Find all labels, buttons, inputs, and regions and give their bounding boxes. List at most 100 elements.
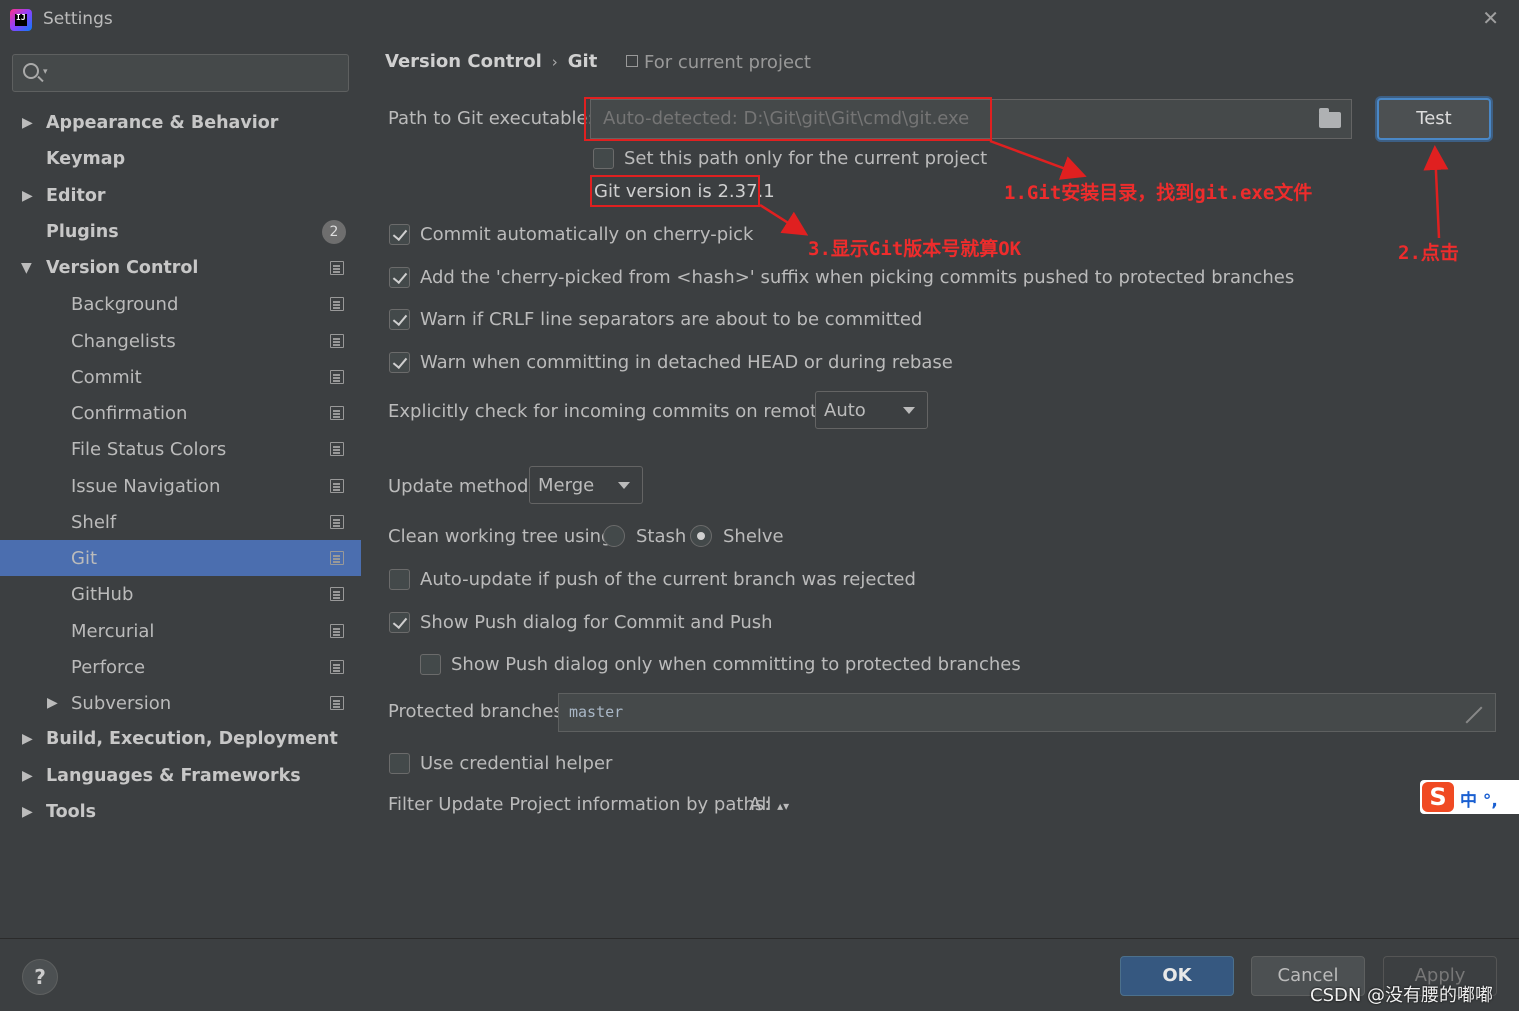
sidebar-item-label: Editor <box>46 186 106 206</box>
chevron-down-icon <box>903 407 915 414</box>
sidebar-item-label: Confirmation <box>71 402 188 424</box>
sidebar-item-label: File Status Colors <box>71 438 227 460</box>
ime-toolbar[interactable]: S 中 °, <box>1420 780 1519 814</box>
breadcrumb-separator: › <box>551 53 558 71</box>
sidebar-item-issue-navigation[interactable]: Issue Navigation <box>0 468 361 504</box>
auto-update-label: Auto-update if push of the current branc… <box>420 569 916 590</box>
sidebar-item-perforce[interactable]: Perforce <box>0 649 361 685</box>
project-scope-icon <box>330 370 344 384</box>
project-scope-icon <box>330 551 344 565</box>
path-label: Path to Git executable: <box>388 108 594 129</box>
sidebar-item-label: Issue Navigation <box>71 475 221 497</box>
filter-paths-dropdown[interactable]: All ▴▾ <box>749 794 789 815</box>
sidebar-item-label: Changelists <box>71 330 176 352</box>
project-scope-icon <box>330 587 344 601</box>
sidebar-item-label: Git <box>71 547 98 569</box>
shelve-label: Shelve <box>723 526 784 547</box>
sidebar-item-label: Perforce <box>71 656 146 678</box>
sidebar-item-appearance-behavior[interactable]: ▶ Appearance & Behavior <box>0 105 361 141</box>
update-method-label: Update method: <box>388 476 535 497</box>
chevron-right-icon: ▶ <box>22 768 33 784</box>
breadcrumb-version-control[interactable]: Version Control <box>385 51 542 72</box>
sidebar-item-label: Background <box>71 293 179 315</box>
show-push-checkbox[interactable] <box>389 612 410 633</box>
search-input[interactable]: ▾ <box>12 54 349 92</box>
sidebar-item-label: Version Control <box>46 258 199 278</box>
close-icon[interactable]: ✕ <box>1482 6 1499 30</box>
crlf-label: Warn if CRLF line separators are about t… <box>420 309 923 330</box>
annotation-step2: 2.点击 <box>1398 242 1459 264</box>
sogou-logo: S <box>1422 782 1454 812</box>
sidebar-item-label: Languages & Frameworks <box>46 766 301 786</box>
chevron-right-icon: ▶ <box>47 695 58 711</box>
show-push-label: Show Push dialog for Commit and Push <box>420 612 773 633</box>
sidebar-item-commit[interactable]: Commit <box>0 359 361 395</box>
cherry-suffix-checkbox[interactable] <box>389 267 410 288</box>
update-method-dropdown[interactable]: Merge <box>529 466 643 504</box>
ime-mode: 中 °, <box>1460 791 1498 811</box>
sidebar-item-git[interactable]: Git <box>0 540 361 576</box>
project-scope-icon <box>330 442 344 456</box>
sidebar-item-keymap[interactable]: Keymap <box>0 141 361 177</box>
crlf-checkbox[interactable] <box>389 309 410 330</box>
help-button[interactable]: ? <box>22 959 58 995</box>
project-scope-icon <box>330 624 344 638</box>
incoming-commits-dropdown[interactable]: Auto <box>815 391 928 429</box>
shelve-radio[interactable] <box>690 525 712 547</box>
project-scope-icon <box>330 297 344 311</box>
sidebar-item-languages-frameworks[interactable]: ▶ Languages & Frameworks <box>0 758 361 794</box>
update-method-value: Merge <box>538 475 595 496</box>
chevron-right-icon: ▶ <box>22 731 33 747</box>
sidebar-item-file-status-colors[interactable]: File Status Colors <box>0 431 361 467</box>
protected-branches-input[interactable]: master <box>558 693 1496 732</box>
sidebar-item-github[interactable]: GitHub <box>0 576 361 612</box>
window-title: Settings <box>43 9 113 29</box>
annotation-box-path <box>584 97 992 141</box>
sidebar-item-label: Keymap <box>46 149 126 169</box>
scope-note-text: For current project <box>644 52 811 73</box>
chevron-down-icon: ▾ <box>43 67 48 77</box>
sort-arrows-icon: ▴▾ <box>777 799 790 813</box>
protected-branches-label: Protected branches: <box>388 701 569 722</box>
sidebar-item-subversion[interactable]: ▶ Subversion <box>0 685 361 721</box>
scope-note: For current project <box>626 52 811 73</box>
project-scope-icon <box>330 334 344 348</box>
settings-sidebar: ▾ ▶ Appearance & Behavior Keymap ▶ Edito… <box>0 38 361 938</box>
cherry-pick-checkbox[interactable] <box>389 224 410 245</box>
sidebar-item-changelists[interactable]: Changelists <box>0 323 361 359</box>
test-button[interactable]: Test <box>1377 98 1491 140</box>
ok-button[interactable]: OK <box>1120 956 1234 996</box>
set-path-only-checkbox[interactable] <box>593 148 614 169</box>
sidebar-item-version-control[interactable]: ▼ Version Control <box>0 250 361 286</box>
plugins-update-badge: 2 <box>322 220 346 244</box>
chevron-right-icon: ▶ <box>22 804 33 820</box>
expand-icon[interactable] <box>1465 704 1483 722</box>
filter-paths-label: Filter Update Project information by pat… <box>388 794 771 815</box>
sidebar-item-editor[interactable]: ▶ Editor <box>0 178 361 214</box>
sidebar-item-plugins[interactable]: Plugins 2 <box>0 214 361 250</box>
detached-head-checkbox[interactable] <box>389 352 410 373</box>
show-push-protected-checkbox[interactable] <box>420 654 441 675</box>
sidebar-item-tools[interactable]: ▶ Tools <box>0 794 361 830</box>
auto-update-checkbox[interactable] <box>389 569 410 590</box>
search-icon <box>23 63 39 79</box>
title-bar: IJ Settings ✕ <box>0 0 1519 38</box>
project-scope-icon <box>330 261 344 275</box>
project-scope-icon <box>330 660 344 674</box>
sidebar-item-background[interactable]: Background <box>0 286 361 322</box>
annotation-box-version <box>590 175 760 207</box>
sidebar-item-mercurial[interactable]: Mercurial <box>0 613 361 649</box>
sidebar-item-confirmation[interactable]: Confirmation <box>0 395 361 431</box>
folder-icon[interactable] <box>1319 108 1341 128</box>
sidebar-item-label: Tools <box>46 802 97 822</box>
sidebar-item-build-execution-deployment[interactable]: ▶ Build, Execution, Deployment <box>0 721 361 757</box>
protected-branches-value: master <box>569 703 624 721</box>
csdn-watermark: CSDN @没有腰的嘟嘟 <box>1310 985 1494 1006</box>
chevron-right-icon: ▶ <box>22 115 33 131</box>
stash-radio[interactable] <box>603 525 625 547</box>
credential-helper-checkbox[interactable] <box>389 753 410 774</box>
set-path-only-label: Set this path only for the current proje… <box>624 148 988 169</box>
show-push-protected-label: Show Push dialog only when committing to… <box>451 654 1021 675</box>
sidebar-item-shelf[interactable]: Shelf <box>0 504 361 540</box>
project-scope-icon <box>330 406 344 420</box>
